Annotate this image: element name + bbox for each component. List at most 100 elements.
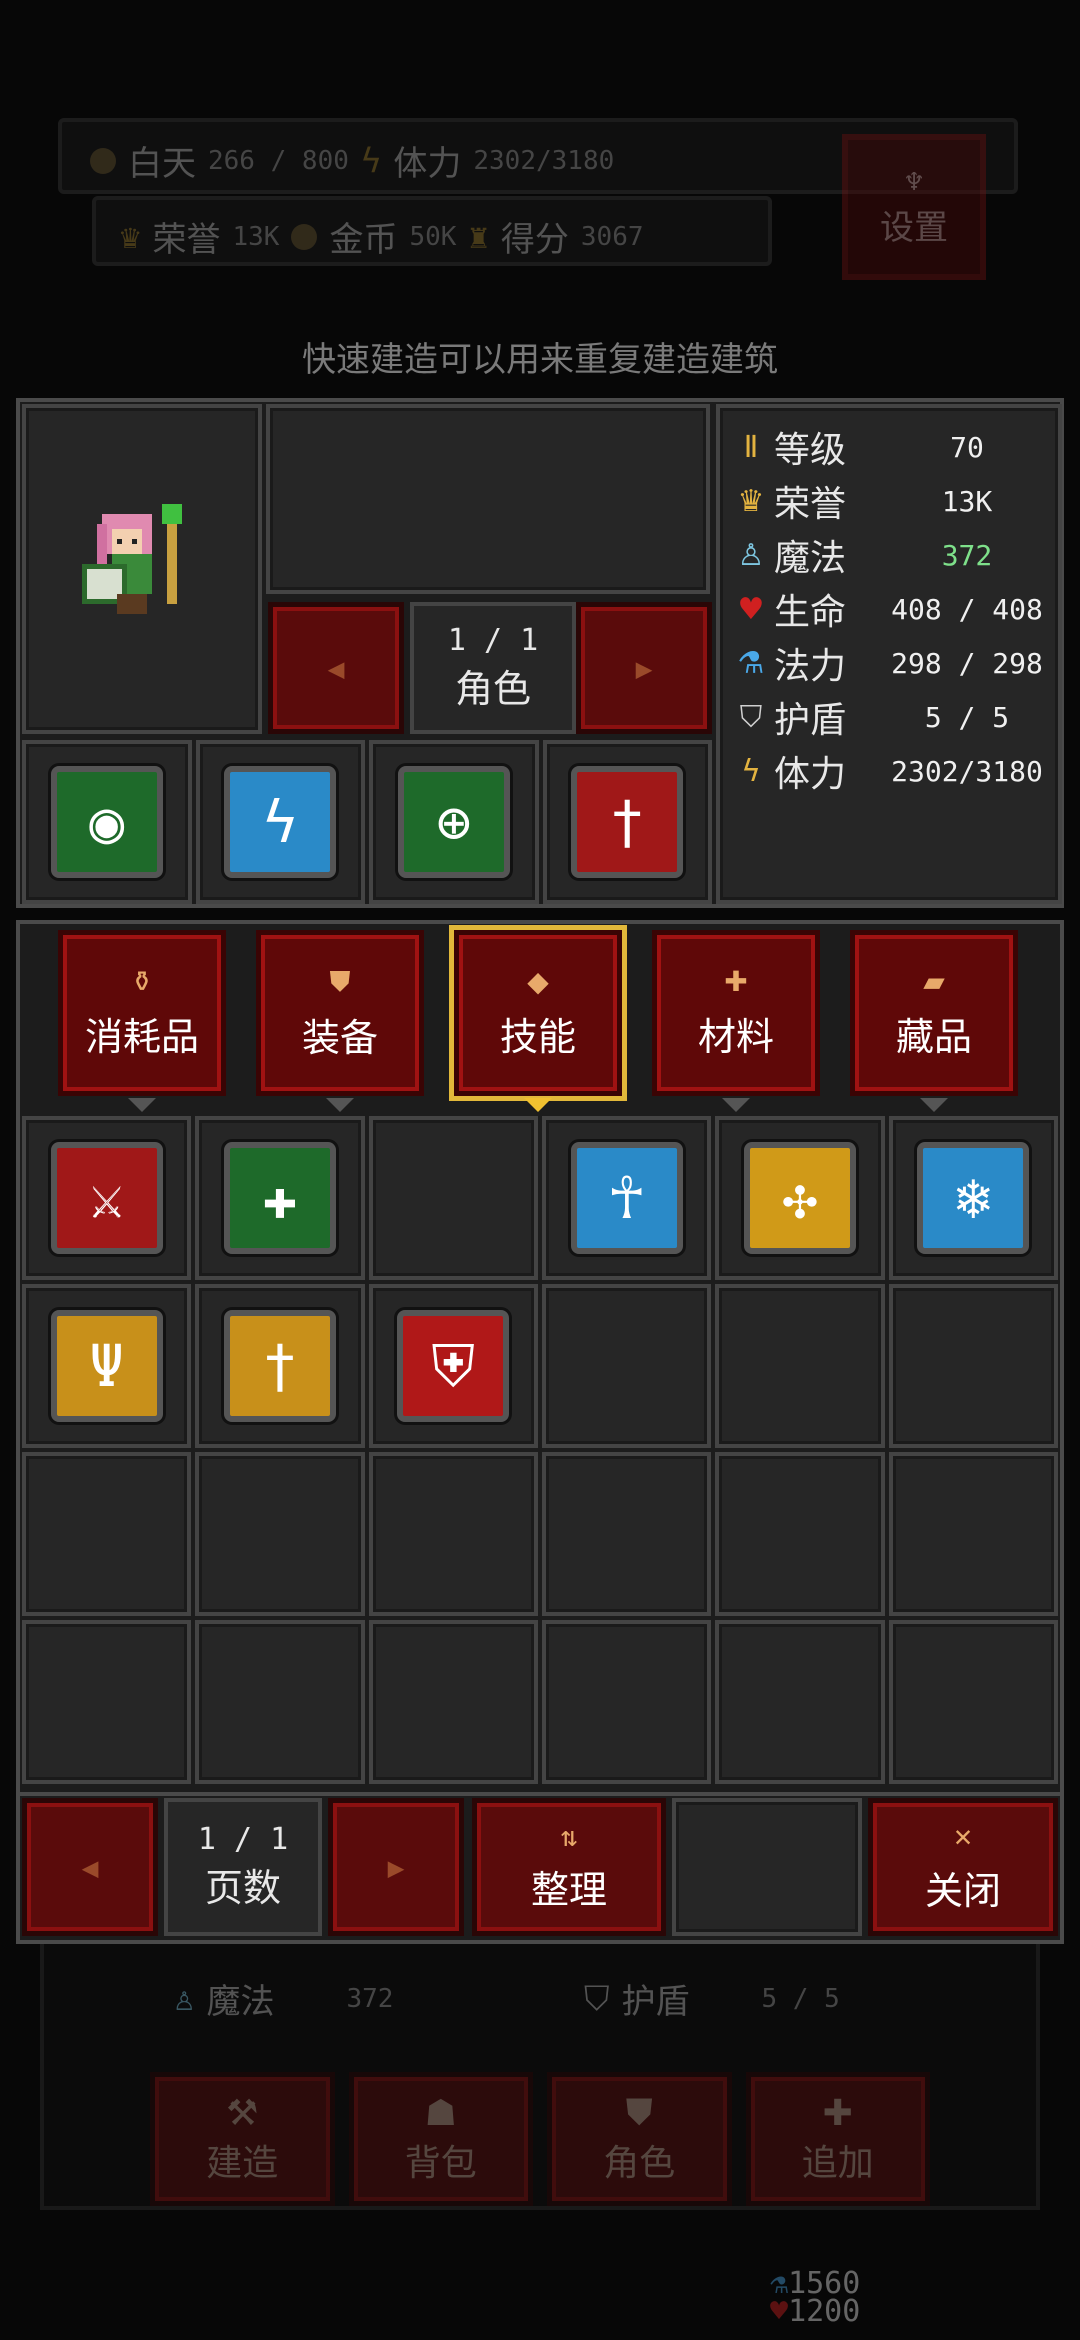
sword-skill-icon: ⚔ xyxy=(50,1142,163,1254)
stat-value: 2302/3180 xyxy=(891,754,1043,788)
tab-pointer-icon xyxy=(326,1098,354,1112)
heart-icon: ♥ xyxy=(737,591,765,627)
stat-label: 荣誉 xyxy=(774,484,847,525)
equipped-skill-slot[interactable]: ⊕ xyxy=(369,740,539,904)
character-prev-button[interactable]: ◀ xyxy=(268,602,404,734)
tab-label: 技能 xyxy=(499,1015,576,1059)
bg-shield-value: 5 / 5 xyxy=(761,1983,840,2014)
empty-slot[interactable] xyxy=(541,1620,712,1784)
stat-label: 生命 xyxy=(774,592,847,633)
stamina-icon: ϟ xyxy=(360,140,382,181)
bg-magic-value: 372 xyxy=(346,1983,394,2014)
empty-slot[interactable] xyxy=(368,1452,538,1616)
character-next-button[interactable]: ▶ xyxy=(576,602,712,734)
bg-magic-label: 魔法 xyxy=(206,1982,275,2022)
equipped-skill-slot[interactable]: ◉ xyxy=(22,740,192,904)
stat-value: 5 / 5 xyxy=(924,700,1010,734)
tab-4[interactable]: ✚ 材料 xyxy=(652,930,820,1096)
empty-slot[interactable] xyxy=(541,1284,712,1448)
empty-slot[interactable] xyxy=(888,1620,1058,1784)
page-prev-button[interactable]: ◀ xyxy=(22,1798,158,1936)
stat-row: ⛉ 护盾 5 / 5 xyxy=(734,690,1050,744)
equipped-skill-slot[interactable]: ϟ xyxy=(195,740,365,904)
stat-row: ♙ 魔法 372 xyxy=(734,528,1050,582)
holy-cross-skill-icon: ✚ xyxy=(223,1142,336,1254)
close-label: 关闭 xyxy=(924,1869,1001,1913)
skill-slot[interactable]: ✣ xyxy=(715,1116,885,1280)
character-page-label: 角色 xyxy=(454,667,531,711)
sort-button[interactable]: ⇅ 整理 xyxy=(472,1798,666,1936)
character-page-number: 1 / 1 xyxy=(447,623,539,658)
empty-slot[interactable] xyxy=(715,1284,885,1448)
skill-slot[interactable]: † xyxy=(195,1284,365,1448)
empty-slot[interactable] xyxy=(715,1620,885,1784)
bottom-nav: ⚒ 建造 ☗ 背包 ⛊ 角色 ✚ 追加 xyxy=(40,2064,1040,2214)
empty-slot[interactable] xyxy=(22,1620,192,1784)
character-pager: 1 / 1 角色 xyxy=(410,602,576,734)
nav-character-button[interactable]: ⛊ 角色 xyxy=(547,2072,732,2206)
bottom-counters: ⚗1560 ♥1200 xyxy=(770,2269,861,2329)
tab-1[interactable]: ⚱ 消耗品 xyxy=(58,930,226,1096)
skill-slot[interactable]: ❄ xyxy=(888,1116,1058,1280)
bg-shield-icon: ⛉ xyxy=(584,1978,610,2019)
hammer-icon: ⚒ xyxy=(226,2092,259,2134)
stat-value: 372 xyxy=(941,538,993,572)
page-next-button[interactable]: ▶ xyxy=(328,1798,464,1936)
day-label: 白天 xyxy=(128,144,196,184)
empty-slot[interactable] xyxy=(888,1284,1058,1448)
character-preview-cell xyxy=(266,404,710,594)
stamina-value: 2302/3180 xyxy=(473,145,615,176)
page-indicator: 1 / 1 页数 xyxy=(164,1798,322,1936)
close-button[interactable]: ✕ 关闭 xyxy=(868,1798,1058,1936)
target-skill-icon: ⊕ xyxy=(397,766,510,878)
empty-slot[interactable] xyxy=(195,1620,365,1784)
mana-potion-icon: ⚗ xyxy=(737,645,765,681)
empty-slot[interactable] xyxy=(368,1620,538,1784)
empty-slot[interactable] xyxy=(715,1452,885,1616)
tab-2[interactable]: ⛊ 装备 xyxy=(256,930,424,1096)
empty-slot[interactable] xyxy=(22,1452,192,1616)
empty-slot[interactable] xyxy=(541,1452,712,1616)
skill-slot[interactable]: Ψ xyxy=(22,1284,192,1448)
life-counter: 1200 xyxy=(788,2294,861,2329)
gold-label: 金币 xyxy=(329,220,398,260)
empty-slot[interactable] xyxy=(195,1452,365,1616)
tab-3[interactable]: ◆ 技能 xyxy=(454,930,622,1096)
empty-slot[interactable] xyxy=(888,1452,1058,1616)
skill-slot[interactable]: ⚔ xyxy=(22,1116,192,1280)
scroll-tab-icon: ▰ xyxy=(923,965,945,998)
nav-bag-button[interactable]: ☗ 背包 xyxy=(348,2072,533,2206)
nav-build-button[interactable]: ⚒ 建造 xyxy=(150,2072,335,2206)
tab-label: 材料 xyxy=(697,1015,774,1059)
arrow-left-icon: ◀ xyxy=(327,651,345,685)
bag-icon: ☗ xyxy=(424,2092,457,2134)
magic-icon: ♙ xyxy=(737,537,765,573)
stat-row: Ⅱ 等级 70 xyxy=(734,420,1050,474)
shield-nav-icon: ⛊ xyxy=(625,2092,653,2133)
skill-slot[interactable]: ⛨ xyxy=(368,1284,538,1448)
stat-row: ⚗ 法力 298 / 298 xyxy=(734,636,1050,690)
skill-slot[interactable]: ☥ xyxy=(541,1116,712,1280)
eye-skill-icon: ◉ xyxy=(50,766,163,878)
gold-burst-skill-icon: ✣ xyxy=(743,1142,856,1254)
tab-pointer-icon xyxy=(128,1098,156,1112)
settings-button[interactable]: ♆ 设置 xyxy=(842,134,986,280)
empty-slot[interactable] xyxy=(368,1116,538,1280)
gold-sword-skill-icon: † xyxy=(223,1310,336,1422)
equipped-skills-row: ◉ ϟ ⊕ † xyxy=(22,740,712,904)
coin-icon xyxy=(291,223,318,250)
bg-shield-label: 护盾 xyxy=(621,1982,690,2022)
nav-add-button[interactable]: ✚ 追加 xyxy=(745,2072,930,2206)
stat-label: 体力 xyxy=(774,754,847,795)
frost-spirit-skill-icon: ❄ xyxy=(917,1142,1030,1254)
equipped-skill-slot[interactable]: † xyxy=(542,740,712,904)
tab-pointer-icon xyxy=(920,1098,948,1112)
crown-icon: ♛ xyxy=(737,483,765,519)
settings-label: 设置 xyxy=(880,208,948,248)
bg-magic-icon: ♙ xyxy=(174,1978,195,2019)
crusader-shield-skill-icon: ⛨ xyxy=(397,1310,510,1422)
level-icon: Ⅱ xyxy=(743,429,759,465)
nav-build-label: 建造 xyxy=(206,2142,279,2184)
skill-slot[interactable]: ✚ xyxy=(195,1116,365,1280)
tab-5[interactable]: ▰ 藏品 xyxy=(850,930,1018,1096)
